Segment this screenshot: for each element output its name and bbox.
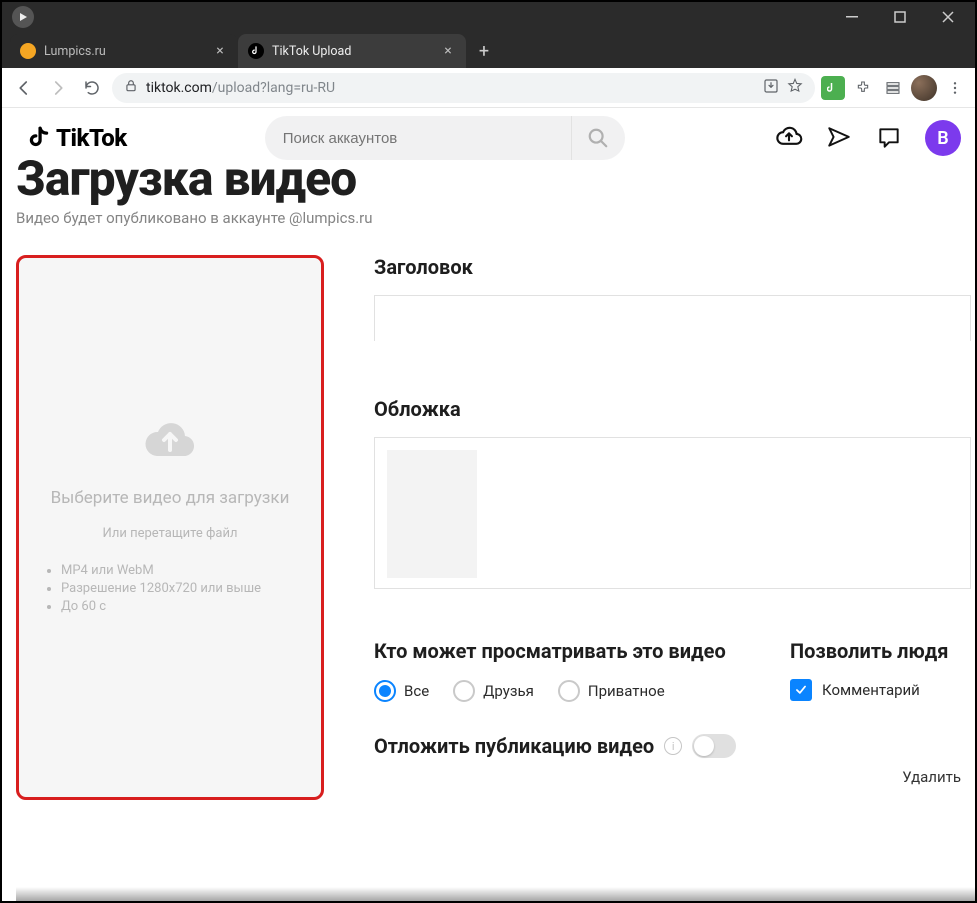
browser-tabstrip: Lumpics.ru × TikTok Upload × + <box>2 32 975 68</box>
address-bar[interactable]: tiktok.com/upload?lang=ru-RU <box>112 73 815 103</box>
inbox-button[interactable] <box>875 124 903 152</box>
radio-icon <box>453 680 475 702</box>
tiktok-logo[interactable]: TikTok <box>26 124 127 152</box>
browser-profile-avatar[interactable] <box>911 75 937 101</box>
radio-icon <box>558 680 580 702</box>
close-window-button[interactable] <box>925 2 971 32</box>
tab-title: Lumpics.ru <box>44 44 204 59</box>
upload-page-content: Загрузка видео Видео будет опубликовано … <box>2 150 975 800</box>
install-app-icon[interactable] <box>763 78 779 98</box>
upload-button[interactable] <box>775 124 803 152</box>
checkbox-label: Комментарий <box>822 681 920 699</box>
viewers-radio-group: Все Друзья Приватное <box>374 680 754 702</box>
new-tab-button[interactable]: + <box>470 37 498 65</box>
maximize-button[interactable] <box>877 2 923 32</box>
back-button[interactable] <box>10 74 38 102</box>
radio-label: Все <box>404 682 429 700</box>
browser-tab[interactable]: Lumpics.ru × <box>10 34 238 68</box>
viewers-label: Кто может просматривать это видео <box>374 639 754 664</box>
radio-label: Приватное <box>588 682 665 700</box>
browser-menu-button[interactable] <box>943 76 967 100</box>
browser-toolbar: tiktok.com/upload?lang=ru-RU <box>2 68 975 108</box>
bookmark-star-icon[interactable] <box>787 78 803 98</box>
upload-requirements: MP4 или WebM Разрешение 1280x720 или выш… <box>19 563 261 617</box>
radio-icon <box>374 680 396 702</box>
browser-tab[interactable]: TikTok Upload × <box>238 34 466 68</box>
info-icon[interactable]: i <box>664 737 682 755</box>
extension-icon[interactable] <box>821 76 845 100</box>
radio-label: Друзья <box>483 682 534 700</box>
tiktok-note-icon <box>26 125 52 151</box>
checkbox-icon <box>790 679 812 701</box>
brand-text: TikTok <box>56 124 127 152</box>
delete-button[interactable]: Удалить <box>902 768 961 786</box>
url-text: tiktok.com/upload?lang=ru-RU <box>146 80 755 96</box>
upload-dropzone[interactable]: Выберите видео для загрузки Или перетащи… <box>16 255 324 800</box>
radio-private[interactable]: Приватное <box>558 680 665 702</box>
upload-form: Заголовок Обложка Кто может просматриват… <box>374 255 975 758</box>
page-viewport: TikTok B Загрузка видео Видео будет опуб… <box>2 108 975 901</box>
favicon-icon <box>248 43 264 59</box>
schedule-toggle[interactable] <box>692 734 736 758</box>
minimize-button[interactable] <box>829 2 875 32</box>
window-titlebar <box>2 2 975 32</box>
schedule-label: Отложить публикацию видео <box>374 734 654 758</box>
cover-label: Обложка <box>374 397 971 421</box>
list-item: До 60 с <box>61 599 261 614</box>
radio-all[interactable]: Все <box>374 680 429 702</box>
page-title: Загрузка видео <box>16 150 975 207</box>
cover-picker[interactable] <box>374 437 971 589</box>
search-icon <box>587 127 609 149</box>
list-item: Разрешение 1280x720 или выше <box>61 581 261 596</box>
radio-friends[interactable]: Друзья <box>453 680 534 702</box>
tab-title: TikTok Upload <box>272 44 432 59</box>
favicon-icon <box>20 43 36 59</box>
lock-icon <box>124 79 138 97</box>
avatar-letter: B <box>937 128 948 149</box>
messages-button[interactable] <box>825 124 853 152</box>
media-indicator-icon[interactable] <box>12 6 34 28</box>
title-label: Заголовок <box>374 255 971 279</box>
scroll-shadow <box>16 887 975 901</box>
page-subtitle: Видео будет опубликовано в аккаунте @lum… <box>16 209 975 227</box>
reload-button[interactable] <box>78 74 106 102</box>
list-item: MP4 или WebM <box>61 563 261 578</box>
title-input[interactable] <box>374 295 971 341</box>
close-tab-icon[interactable]: × <box>440 43 456 59</box>
upload-sub-text: Или перетащите файл <box>102 526 237 541</box>
search-input[interactable] <box>283 130 571 147</box>
close-tab-icon[interactable]: × <box>212 43 228 59</box>
cloud-upload-icon <box>142 418 198 462</box>
reading-list-icon[interactable] <box>881 76 905 100</box>
allow-label: Позволить людя <box>790 639 948 663</box>
forward-button[interactable] <box>44 74 72 102</box>
cover-thumb-placeholder <box>387 450 477 578</box>
allow-comments-checkbox[interactable]: Комментарий <box>790 679 948 701</box>
upload-main-text: Выберите видео для загрузки <box>39 488 302 508</box>
extensions-button[interactable] <box>851 76 875 100</box>
